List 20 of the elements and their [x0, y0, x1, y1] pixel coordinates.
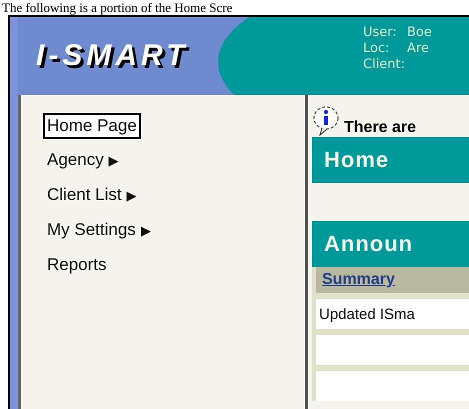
info-value: Are [407, 41, 430, 57]
submenu-arrow: ▶ [126, 188, 137, 203]
info-label: Loc: [363, 41, 390, 57]
announcements-banner: Announ [312, 221, 469, 267]
info-label: Client: [363, 57, 406, 73]
info-value: Boe [407, 25, 432, 41]
home-banner: Home [312, 137, 469, 183]
table-cell: Updated ISma [316, 299, 469, 329]
menu-item[interactable]: My Settings ▶ [43, 217, 155, 244]
menu-item[interactable]: Home Page [43, 113, 141, 139]
logo-text: I-SMART [36, 39, 188, 73]
submenu-arrow: ▶ [140, 223, 151, 238]
summary-link[interactable]: Summary [322, 271, 395, 288]
menu-item[interactable]: Reports [43, 252, 111, 278]
menu-item[interactable]: Agency ▶ [43, 147, 123, 174]
submenu-arrow: ▶ [108, 153, 119, 168]
notice-text: There are [344, 119, 416, 137]
menu-item[interactable]: Client List ▶ [43, 182, 141, 209]
info-label: User: [363, 25, 398, 41]
caption-text: The following is a portion of the Home Scre [1, 0, 234, 15]
